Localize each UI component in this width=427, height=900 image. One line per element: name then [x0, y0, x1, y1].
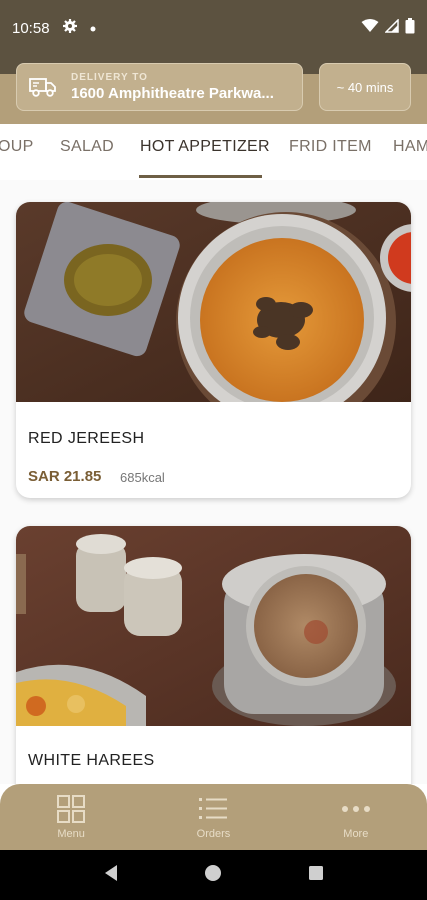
nav-orders-label: Orders [196, 828, 231, 840]
more-icon [341, 794, 371, 824]
gear-icon [62, 18, 78, 39]
item-price: SAR 21.85 [28, 468, 102, 485]
item-kcal: 685kcal [120, 470, 165, 485]
menu-item-card[interactable]: WHITE HAREES [16, 526, 411, 784]
menu-list: RED JEREESH SAR 21.85 685kcal WHITE HARE… [0, 180, 427, 784]
menu-item-card[interactable]: RED JEREESH SAR 21.85 685kcal [16, 202, 411, 498]
eta-text: ~ 40 mins [336, 79, 394, 95]
nav-more-label: More [343, 828, 369, 840]
item-name: WHITE HAREES [28, 752, 155, 769]
delivery-eta[interactable]: ~ 40 mins [319, 63, 411, 111]
tab-salad[interactable]: SALAD [60, 138, 114, 156]
truck-icon [27, 73, 59, 101]
bottom-nav: Menu Orders More [0, 784, 427, 850]
wifi-icon [361, 18, 379, 38]
delivery-label: DELIVERY TO [71, 72, 148, 83]
battery-icon [405, 17, 415, 39]
item-name: RED JEREESH [28, 430, 145, 447]
item-image [16, 526, 411, 726]
tab-hot-appetizer[interactable]: HOT APPETIZER [140, 138, 270, 156]
list-icon [198, 794, 228, 824]
delivery-address: 1600 Amphitheatre Parkwa... [71, 85, 274, 102]
dot-icon [90, 19, 96, 37]
category-tabs: OUP SALAD HOT APPETIZER FRID ITEM HAM [0, 124, 427, 180]
delivery-address-button[interactable]: DELIVERY TO 1600 Amphitheatre Parkwa... [16, 63, 303, 111]
status-time: 10:58 [12, 19, 50, 37]
nav-orders[interactable]: Orders [142, 784, 284, 850]
tab-ham[interactable]: HAM [393, 138, 427, 156]
nav-more[interactable]: More [285, 784, 427, 850]
item-image [16, 202, 411, 402]
grid-icon [56, 794, 86, 824]
home-icon[interactable] [204, 864, 222, 887]
active-tab-indicator [139, 175, 262, 178]
status-bar: 10:58 [0, 0, 427, 56]
system-nav-bar [0, 850, 427, 900]
nav-menu[interactable]: Menu [0, 784, 142, 850]
nav-menu-label: Menu [57, 828, 85, 840]
back-icon[interactable] [103, 864, 119, 887]
recents-icon[interactable] [308, 865, 324, 886]
tab-soup[interactable]: OUP [0, 138, 34, 156]
signal-icon [384, 17, 399, 38]
tab-frid-item[interactable]: FRID ITEM [289, 138, 372, 156]
